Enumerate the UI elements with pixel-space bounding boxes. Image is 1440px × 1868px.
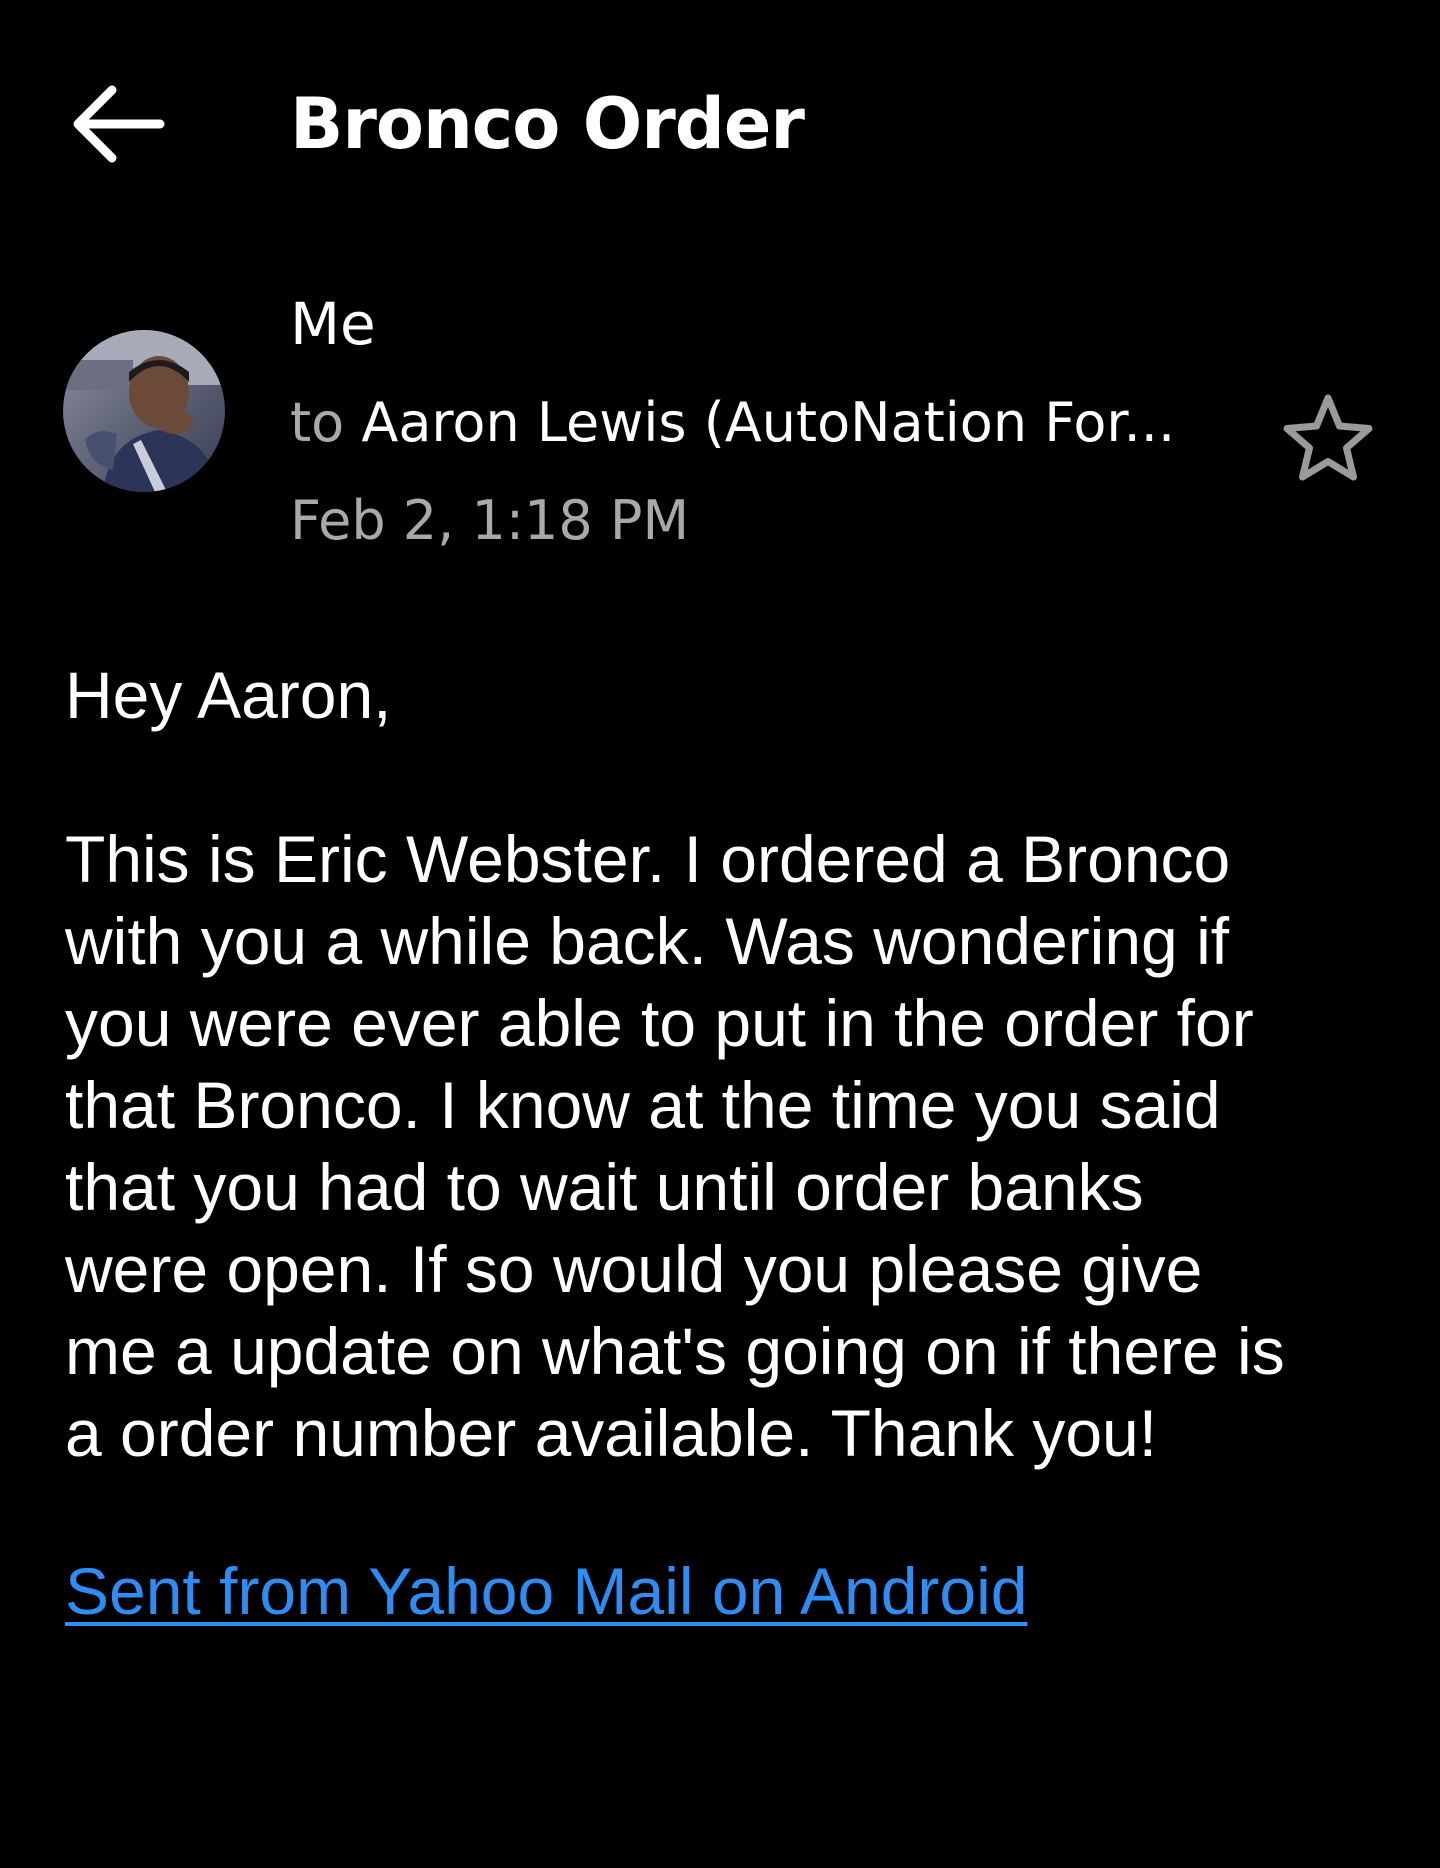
star-button[interactable]	[1280, 392, 1376, 484]
message-line: me a update on what's going on if there …	[65, 1314, 1285, 1388]
sent-date: Feb 2, 1:18 PM	[290, 489, 690, 552]
star-outline-icon	[1283, 394, 1373, 481]
back-button[interactable]	[66, 78, 170, 170]
arrow-left-icon	[73, 85, 165, 163]
signature-link[interactable]: Sent from Yahoo Mail on Android	[65, 1550, 1027, 1632]
sender-avatar[interactable]	[63, 330, 225, 492]
message-line: This is Eric Webster. I ordered a Bronco	[65, 822, 1231, 896]
message-line: you were ever able to put in the order f…	[65, 986, 1254, 1060]
avatar-photo	[63, 330, 225, 492]
message-line: that you had to wait until order banks	[65, 1150, 1144, 1224]
message-line: with you a while back. Was wondering if	[65, 904, 1230, 978]
email-header: Bronco Order	[0, 0, 1440, 240]
greeting: Hey Aaron,	[65, 658, 392, 732]
message-line: were open. If so would you please give	[65, 1232, 1203, 1306]
to-label: to	[290, 391, 345, 454]
message-line: a order number available. Thank you!	[65, 1396, 1158, 1470]
email-subject: Bronco Order	[290, 83, 805, 165]
recipient-line[interactable]: to Aaron Lewis (AutoNation For...	[290, 390, 1250, 456]
email-body: Hey Aaron, This is Eric Webster. I order…	[65, 654, 1395, 1474]
message-paragraph: This is Eric Webster. I ordered a Bronco…	[65, 818, 1395, 1474]
recipient-name[interactable]: Aaron Lewis (AutoNation For...	[361, 391, 1175, 454]
message-line: that Bronco. I know at the time you said	[65, 1068, 1221, 1142]
sender-name: Me	[290, 290, 376, 358]
